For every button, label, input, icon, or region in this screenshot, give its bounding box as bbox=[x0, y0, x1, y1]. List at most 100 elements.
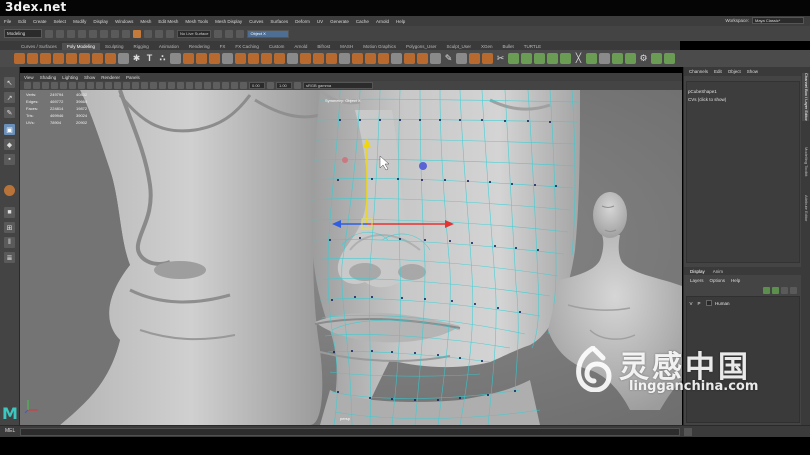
panel-menu-view[interactable]: View bbox=[24, 75, 34, 80]
bevel-icon[interactable] bbox=[274, 53, 285, 64]
move-layer-up-icon[interactable] bbox=[763, 287, 770, 294]
script-editor-icon[interactable] bbox=[684, 428, 692, 436]
isolate-select-icon[interactable] bbox=[204, 82, 211, 89]
shelf-tab[interactable]: Custom bbox=[264, 43, 290, 50]
uv-shell-icon[interactable] bbox=[547, 53, 558, 64]
shelf-tab[interactable]: Motion Graphics bbox=[358, 43, 401, 50]
menu-item-mesh-tools[interactable]: Mesh Tools bbox=[185, 19, 208, 24]
render-icon[interactable] bbox=[225, 29, 234, 38]
poly-cone-icon[interactable] bbox=[53, 53, 64, 64]
scale-tool-icon[interactable]: ▪ bbox=[4, 154, 15, 165]
rotate-tool-icon[interactable]: ◆ bbox=[4, 139, 15, 150]
undo-icon[interactable] bbox=[78, 29, 86, 38]
layer-color-swatch[interactable] bbox=[706, 300, 712, 306]
poly-plane-icon[interactable] bbox=[79, 53, 90, 64]
color-space-dropdown[interactable]: sRGB gamma bbox=[303, 82, 373, 89]
side-tab-attribute-editor[interactable]: Attribute Editor bbox=[802, 195, 809, 221]
shelf-tab[interactable]: TURTLE bbox=[519, 43, 546, 50]
slide-edge-icon[interactable] bbox=[417, 53, 428, 64]
menu-item-create[interactable]: Create bbox=[33, 19, 47, 24]
new-layer-selected-icon[interactable] bbox=[790, 287, 797, 294]
shelf-tab[interactable]: Sculpting bbox=[100, 43, 129, 50]
shelf-tab[interactable]: Animation bbox=[154, 43, 184, 50]
quad-draw-icon[interactable] bbox=[378, 53, 389, 64]
shape-node-name[interactable]: pCubeShape1 bbox=[688, 89, 717, 94]
menu-item-deform[interactable]: Deform bbox=[295, 19, 310, 24]
shelf-tab[interactable]: XGen bbox=[476, 43, 498, 50]
shelf-tab[interactable]: Rigging bbox=[129, 43, 154, 50]
mirror-icon[interactable] bbox=[235, 53, 246, 64]
layer-tab-display[interactable]: Display bbox=[690, 269, 705, 274]
layer-visibility-toggle[interactable]: V bbox=[687, 301, 695, 306]
fill-hole-icon[interactable] bbox=[287, 53, 298, 64]
menu-item-generate[interactable]: Generate bbox=[330, 19, 349, 24]
snap-view-icon[interactable] bbox=[166, 29, 174, 38]
menu-item-display[interactable]: Display bbox=[93, 19, 108, 24]
command-input[interactable] bbox=[20, 428, 680, 436]
side-tab-channel-box[interactable]: Channel Box / Layer Editor bbox=[802, 73, 809, 121]
shadows-icon[interactable] bbox=[168, 82, 175, 89]
layer-menu-layers[interactable]: Layers bbox=[690, 278, 704, 283]
lasso-tool-icon[interactable]: ↗ bbox=[4, 92, 15, 103]
panel-menu-panels[interactable]: Panels bbox=[126, 75, 140, 80]
menu-item-help[interactable]: Help bbox=[396, 19, 405, 24]
separate-icon[interactable] bbox=[183, 53, 194, 64]
shelf-tab[interactable]: Rendering bbox=[184, 43, 215, 50]
single-view-icon[interactable]: ■ bbox=[4, 207, 15, 218]
snap-point-icon[interactable] bbox=[155, 29, 163, 38]
checker-icon[interactable]: ╳ bbox=[573, 53, 584, 64]
shelf-tab[interactable]: Bullet bbox=[498, 43, 519, 50]
snap-curve-icon[interactable] bbox=[144, 29, 152, 38]
auto-map-icon[interactable] bbox=[482, 53, 493, 64]
history-icon[interactable] bbox=[214, 29, 223, 38]
panel-menu-shading[interactable]: Shading bbox=[40, 75, 57, 80]
offset-loop-icon[interactable] bbox=[430, 53, 441, 64]
sculpt-tool-icon[interactable] bbox=[4, 185, 15, 196]
shelf-tab[interactable]: FX bbox=[215, 43, 231, 50]
poly-torus-icon[interactable] bbox=[66, 53, 77, 64]
xray-icon[interactable] bbox=[213, 82, 220, 89]
motion-blur-icon[interactable] bbox=[186, 82, 193, 89]
ipr-icon[interactable] bbox=[236, 29, 245, 38]
menu-item-uv[interactable]: UV bbox=[317, 19, 323, 24]
open-scene-icon[interactable] bbox=[56, 29, 64, 38]
shelf-tab[interactable]: Sculpt_User bbox=[441, 43, 476, 50]
menu-item-surfaces[interactable]: Surfaces bbox=[270, 19, 288, 24]
cvs-click-to-show[interactable]: CVs (click to show) bbox=[688, 97, 726, 102]
outliner-layout-icon[interactable]: ≣ bbox=[4, 252, 15, 263]
gamma-icon[interactable] bbox=[267, 82, 274, 89]
menu-item-cache[interactable]: Cache bbox=[356, 19, 369, 24]
poly-cylinder-icon[interactable] bbox=[40, 53, 51, 64]
anti-alias-icon[interactable] bbox=[195, 82, 202, 89]
layer-name[interactable]: Human bbox=[715, 301, 730, 306]
menu-item-file[interactable]: File bbox=[4, 19, 11, 24]
poly-disc-icon[interactable] bbox=[92, 53, 103, 64]
move-tool-icon[interactable]: ▣ bbox=[4, 124, 15, 135]
sweep-icon[interactable]: ✱ bbox=[131, 53, 142, 64]
uv-normalize-icon[interactable] bbox=[651, 53, 662, 64]
live-surface-field[interactable]: No Live Surface bbox=[177, 29, 212, 38]
select-tool-icon[interactable]: ↖ bbox=[4, 77, 15, 88]
smooth-icon[interactable] bbox=[209, 53, 220, 64]
target-weld-icon[interactable] bbox=[352, 53, 363, 64]
platonic-icon[interactable] bbox=[105, 53, 116, 64]
layer-row[interactable]: V P Human bbox=[687, 299, 801, 307]
camera-attributes-icon[interactable] bbox=[33, 82, 40, 89]
wireframe-icon[interactable] bbox=[123, 82, 130, 89]
merge-icon[interactable] bbox=[300, 53, 311, 64]
safe-action-icon[interactable] bbox=[105, 82, 112, 89]
grid-icon[interactable] bbox=[60, 82, 67, 89]
viewport-3d[interactable]: Verts: 249794 40832 Edges: 469772 39664 Face… bbox=[20, 90, 682, 425]
menu-item-windows[interactable]: Windows bbox=[115, 19, 133, 24]
uv-set-icon[interactable] bbox=[586, 53, 597, 64]
shelf-tab[interactable]: Curves / Surfaces bbox=[16, 43, 62, 50]
select-hierarchy-icon[interactable] bbox=[100, 29, 108, 38]
shelf-tab[interactable]: Bifrost bbox=[312, 43, 335, 50]
safe-title-icon[interactable] bbox=[114, 82, 121, 89]
color-management-icon[interactable] bbox=[294, 82, 301, 89]
combine-icon[interactable] bbox=[170, 53, 181, 64]
ambient-occlusion-icon[interactable] bbox=[177, 82, 184, 89]
channel-box-menu-object[interactable]: Object bbox=[728, 69, 741, 74]
menu-item-mesh-display[interactable]: Mesh Display bbox=[215, 19, 242, 24]
menu-item-edit[interactable]: Edit bbox=[18, 19, 26, 24]
